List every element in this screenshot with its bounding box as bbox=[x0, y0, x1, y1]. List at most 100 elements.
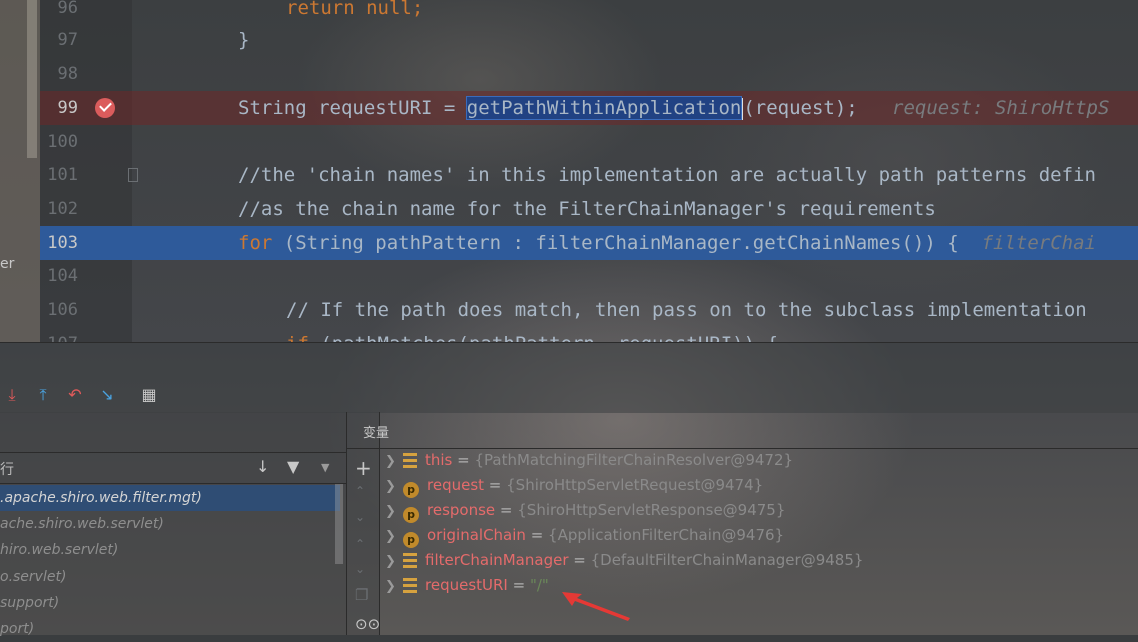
field-icon bbox=[403, 453, 417, 468]
code-line[interactable]: 106 // If the path does match, then pass… bbox=[40, 293, 1138, 327]
code-line[interactable]: 102 //as the chain name for the FilterCh… bbox=[40, 192, 1138, 226]
code-rest: (pathMatches(pathPattern, requestURI)) { bbox=[309, 333, 778, 342]
line-number: 106 bbox=[47, 300, 78, 320]
frame-item[interactable]: ache.shiro.web.servlet) bbox=[0, 511, 340, 537]
code-line[interactable]: 97 } bbox=[40, 23, 1138, 57]
code-text: for (String pathPattern : filterChainMan… bbox=[238, 226, 1096, 260]
expand-chevron-icon[interactable]: ❯ bbox=[385, 574, 403, 599]
keyword: for bbox=[238, 232, 273, 254]
filter-icon[interactable]: ▼ bbox=[287, 457, 299, 476]
parameter-icon: p bbox=[403, 507, 419, 523]
variable-name: this bbox=[425, 451, 453, 469]
code-line-execution-point[interactable]: 103 for (String pathPattern : filterChai… bbox=[40, 226, 1138, 260]
code-line[interactable]: 104 bbox=[40, 259, 1138, 293]
variable-value: {ShiroHttpServletResponse@9475} bbox=[517, 501, 786, 519]
line-number: 98 bbox=[57, 64, 78, 84]
variable-value: {ShiroHttpServletRequest@9474} bbox=[506, 476, 764, 494]
expand-chevron-icon[interactable]: ❯ bbox=[385, 449, 403, 474]
variable-row-response[interactable]: ❯ p response = {ShiroHttpServletResponse@9… bbox=[385, 498, 785, 523]
line-number: 107 bbox=[40, 327, 78, 342]
chevron-down-icon[interactable]: ▼ bbox=[321, 461, 329, 474]
down-arrow-icon[interactable]: ↓ bbox=[256, 457, 269, 476]
move-up-icon[interactable]: ⌃ bbox=[355, 484, 365, 498]
code-comment: //the 'chain names' in this implementati… bbox=[238, 164, 1096, 186]
code-line[interactable]: 100 bbox=[40, 125, 1138, 159]
step-out-icon[interactable]: ⤒ bbox=[33, 385, 53, 405]
glasses-icon[interactable]: ⊙⊙ bbox=[355, 615, 380, 633]
code-editor[interactable]: er 96 return null; 97 } 98 99 String req… bbox=[0, 0, 1138, 342]
parameter-icon: p bbox=[403, 532, 419, 548]
thread-label: 行 bbox=[0, 462, 14, 478]
code-text: String requestURI = getPathWithinApplica… bbox=[238, 91, 1109, 125]
line-number: 99 bbox=[57, 98, 78, 118]
evaluate-expression-icon[interactable]: ▦ bbox=[139, 385, 159, 405]
frame-item[interactable]: port) bbox=[0, 616, 340, 642]
variable-string-value: "/" bbox=[529, 576, 549, 594]
frame-item[interactable]: support) bbox=[0, 590, 340, 616]
drop-frame-icon[interactable]: ↶ bbox=[65, 385, 85, 405]
code-line[interactable]: 101 //the 'chain names' in this implemen… bbox=[40, 158, 1138, 192]
code-comment: //as the chain name for the FilterChainM… bbox=[238, 198, 936, 220]
project-panel-edge: er bbox=[0, 0, 40, 342]
frames-header: 行 ↓ ▼ ▼ bbox=[0, 452, 346, 484]
code-rest: (String pathPattern : filterChainManager… bbox=[272, 232, 959, 254]
variable-row-original-chain[interactable]: ❯ p originalChain = {ApplicationFilterChai… bbox=[385, 523, 784, 548]
variable-value: {PathMatchingFilterChainResolver@9472} bbox=[474, 451, 794, 469]
expand-icon[interactable]: ⌄ bbox=[355, 562, 365, 576]
inline-debug-hint: filterChai bbox=[981, 232, 1096, 254]
keyword: return bbox=[286, 0, 355, 19]
line-number: 101 bbox=[47, 165, 78, 185]
code-rest: null; bbox=[354, 0, 424, 19]
code-text: if (pathMatches(pathPattern, requestURI)… bbox=[286, 327, 778, 342]
fold-marker-icon[interactable] bbox=[128, 168, 138, 182]
variable-row-request[interactable]: ❯ p request = {ShiroHttpServletRequest@947… bbox=[385, 473, 763, 498]
variable-name: requestURI bbox=[425, 576, 508, 594]
variable-row-filter-chain-manager[interactable]: ❯ filterChainManager = {DefaultFilterChai… bbox=[385, 548, 863, 573]
line-number: 96 bbox=[57, 0, 78, 18]
line-number: 97 bbox=[57, 30, 78, 50]
annotation-arrow-icon bbox=[562, 592, 630, 621]
add-watch-icon[interactable]: + bbox=[355, 456, 372, 480]
code-line[interactable]: 107 if (pathMatches(pathPattern, request… bbox=[40, 327, 1138, 342]
inline-debug-hint: request: ShiroHttpS bbox=[892, 97, 1110, 119]
expand-chevron-icon[interactable]: ❯ bbox=[385, 549, 403, 574]
line-number: 100 bbox=[47, 132, 78, 152]
code-part: (request); bbox=[743, 97, 858, 119]
variable-row-this[interactable]: ❯ this = {PathMatchingFilterChainResolver… bbox=[385, 448, 793, 473]
step-into-icon[interactable]: ⤓ bbox=[2, 385, 22, 405]
line-number: 102 bbox=[47, 199, 78, 219]
code-part: String requestURI = bbox=[238, 97, 467, 119]
code-line-breakpoint[interactable]: 99 String requestURI = getPathWithinAppl… bbox=[40, 91, 1138, 125]
collapse-icon[interactable]: ⌃ bbox=[355, 537, 365, 551]
variable-row-request-uri[interactable]: ❯ requestURI = "/" bbox=[385, 573, 549, 598]
breakpoint-icon[interactable] bbox=[95, 98, 115, 118]
frame-item-selected[interactable]: .apache.shiro.web.filter.mgt) bbox=[0, 485, 340, 511]
copy-icon[interactable]: ❐ bbox=[355, 586, 368, 604]
variables-title: 变量 bbox=[363, 426, 390, 441]
debug-toolbar: ⤓ ⤒ ↶ ↘ ▦ bbox=[0, 342, 1138, 413]
code-comment: // If the path does match, then pass on … bbox=[286, 299, 1087, 321]
expand-chevron-icon[interactable]: ❯ bbox=[385, 499, 403, 524]
variable-name: originalChain bbox=[427, 526, 526, 544]
run-to-cursor-icon[interactable]: ↘ bbox=[97, 385, 117, 405]
code-line[interactable]: 98 bbox=[40, 57, 1138, 91]
field-icon bbox=[403, 578, 417, 593]
code-text: } bbox=[238, 29, 250, 51]
field-icon bbox=[403, 553, 417, 568]
expand-chevron-icon[interactable]: ❯ bbox=[385, 474, 403, 499]
variable-name: response bbox=[427, 501, 496, 519]
frames-scrollbar[interactable] bbox=[335, 484, 343, 564]
variable-value: {DefaultFilterChainManager@9485} bbox=[590, 551, 864, 569]
move-down-icon[interactable]: ⌄ bbox=[355, 510, 365, 524]
selected-method[interactable]: getPathWithinApplication bbox=[465, 96, 743, 120]
frame-item[interactable]: o.servlet) bbox=[0, 564, 340, 590]
code-line[interactable]: 96 return null; bbox=[40, 0, 1138, 25]
expand-chevron-icon[interactable]: ❯ bbox=[385, 524, 403, 549]
frame-item[interactable]: hiro.web.servlet) bbox=[0, 537, 340, 563]
variable-name: request bbox=[427, 476, 485, 494]
parameter-icon: p bbox=[403, 482, 419, 498]
code-text: return null; bbox=[286, 0, 423, 25]
variables-side-toolbar: + ⌃ ⌄ ⌃ ⌄ ❐ ⊙⊙ bbox=[347, 412, 380, 635]
frames-panel: 行 ↓ ▼ ▼ .apache.shiro.web.filter.mgt) ac… bbox=[0, 412, 347, 637]
project-scrollbar[interactable] bbox=[27, 0, 37, 158]
